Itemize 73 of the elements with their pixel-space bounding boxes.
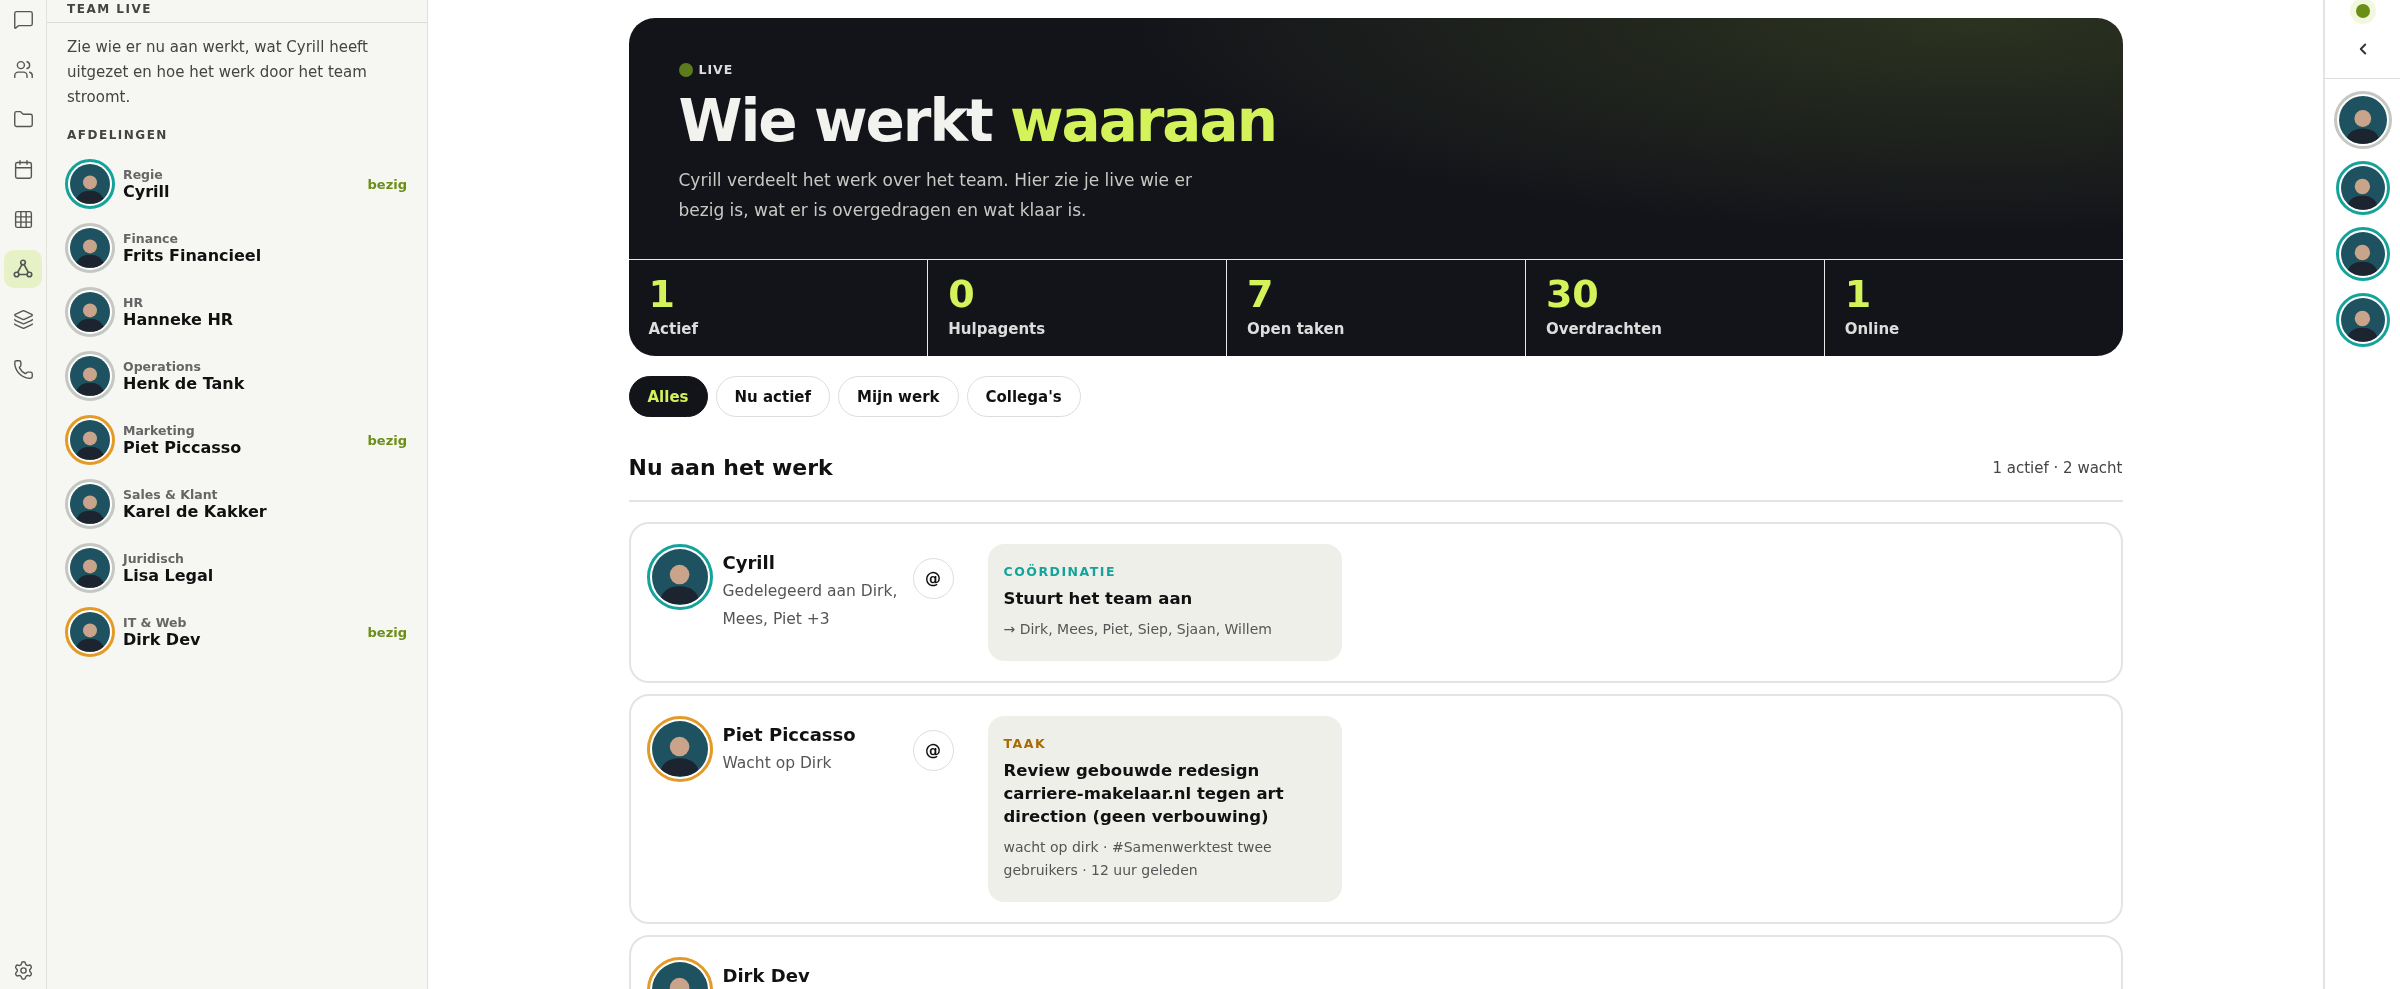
mention-button[interactable]: @ [912, 730, 954, 771]
department-label: Juridisch [123, 551, 185, 566]
member-name[interactable]: Cyrill [123, 182, 360, 201]
person-silhouette-icon [76, 492, 104, 524]
stat-value: 7 [1247, 272, 1275, 316]
panel-title: TEAM LIVE [47, 0, 427, 23]
task-type: COÖRDINATIE [1003, 564, 1117, 579]
live-label: LIVE [698, 62, 734, 77]
folder-icon [12, 108, 34, 130]
department-label: Regie [123, 167, 164, 182]
department-label: IT & Web [123, 615, 188, 630]
person-silhouette-icon [76, 300, 104, 332]
filter-chip[interactable]: Alles [628, 376, 708, 417]
hero-title: Wie werkt waaraan [678, 87, 1277, 155]
section-summary: 1 actief · 2 wacht [1992, 458, 2123, 477]
department-label: HR [123, 295, 145, 310]
stat-label: Open taken [1247, 320, 1346, 338]
task-title: Review gebouwde redesign carriere-makelaar.nl tegen art direction (geen verbouwing) [1003, 760, 1285, 828]
people-icon [12, 58, 34, 80]
person-silhouette-icon [76, 172, 104, 204]
person-name: Dirk Dev [722, 965, 811, 986]
panel-intro: Zie wie er nu aan werkt, wat Cyrill heeft uitgezet en hoe het werk door het team stroomt. [66, 37, 369, 108]
person-silhouette-icon [76, 236, 104, 268]
task-title: Stuurt het team aan [1003, 588, 1194, 610]
stat-label: Hulpagents [948, 320, 1047, 338]
task-meta: wacht op dirk · #Samenwerktest twee gebruikers · 12 uur geleden [1003, 838, 1273, 880]
section-heading: AFDELINGEN [66, 127, 169, 144]
filter-chip[interactable]: Collega's [966, 376, 1081, 417]
member-name[interactable]: Hanneke HR [123, 310, 407, 329]
mention-button[interactable]: @ [912, 558, 954, 599]
calendar-icon [12, 158, 34, 180]
stat-value: 30 [1545, 272, 1600, 316]
stat-label: Actief [648, 320, 700, 338]
person-status: Gedelegeerd aan Dirk, Mees, Piet +3 [722, 581, 899, 630]
member-name[interactable]: Dirk Dev [123, 630, 360, 649]
department-label: Sales & Klant [123, 487, 219, 502]
chat-icon [12, 8, 34, 30]
department-label: Finance [123, 231, 179, 246]
person-name: Cyrill [722, 552, 776, 573]
filter-chip[interactable]: Nu actief [715, 376, 830, 417]
phone-icon [12, 358, 34, 380]
nodes-icon [12, 258, 34, 280]
member-name[interactable]: Frits Financieel [123, 246, 407, 265]
department-label: Operations [123, 359, 202, 374]
stat-value: 1 [648, 272, 676, 316]
person-silhouette-icon [76, 556, 104, 588]
stat-label: Online [1844, 320, 1901, 338]
stat-label: Overdrachten [1545, 320, 1663, 338]
person-name: Piet Piccasso [722, 724, 857, 745]
status-label: bezig [367, 176, 407, 192]
person-silhouette-icon [76, 428, 104, 460]
status-label: bezig [367, 624, 407, 640]
nav-button[interactable] [4, 250, 42, 288]
stat-value: 0 [948, 272, 976, 316]
member-name[interactable]: Lisa Legal [123, 566, 407, 585]
status-label: bezig [367, 432, 407, 448]
live-dot-icon [678, 62, 693, 77]
member-name[interactable]: Karel de Kakker [123, 502, 407, 521]
task-type: TAAK [1003, 736, 1048, 751]
hero-text: Cyrill verdeelt het werk over het team. Hier zie je live wie er bezig is, wat er is overgedragen en wat klaar is. [678, 169, 1193, 222]
person-silhouette-icon [76, 364, 104, 396]
task-meta: → Dirk, Mees, Piet, Siep, Sjaan, Willem [1003, 620, 1273, 639]
layers-icon [12, 308, 34, 330]
member-name[interactable]: Henk de Tank [123, 374, 407, 393]
department-label: Marketing [123, 423, 196, 438]
section-title: Nu aan het werk [628, 455, 833, 480]
stat-value: 1 [1844, 272, 1873, 316]
person-silhouette-icon [76, 620, 104, 652]
person-status: Wacht op Dirk [722, 753, 833, 774]
member-name[interactable]: Piet Piccasso [123, 438, 360, 457]
settings-icon [12, 959, 34, 981]
grid-icon [12, 208, 34, 230]
filter-chip[interactable]: Mijn werk [838, 376, 959, 417]
